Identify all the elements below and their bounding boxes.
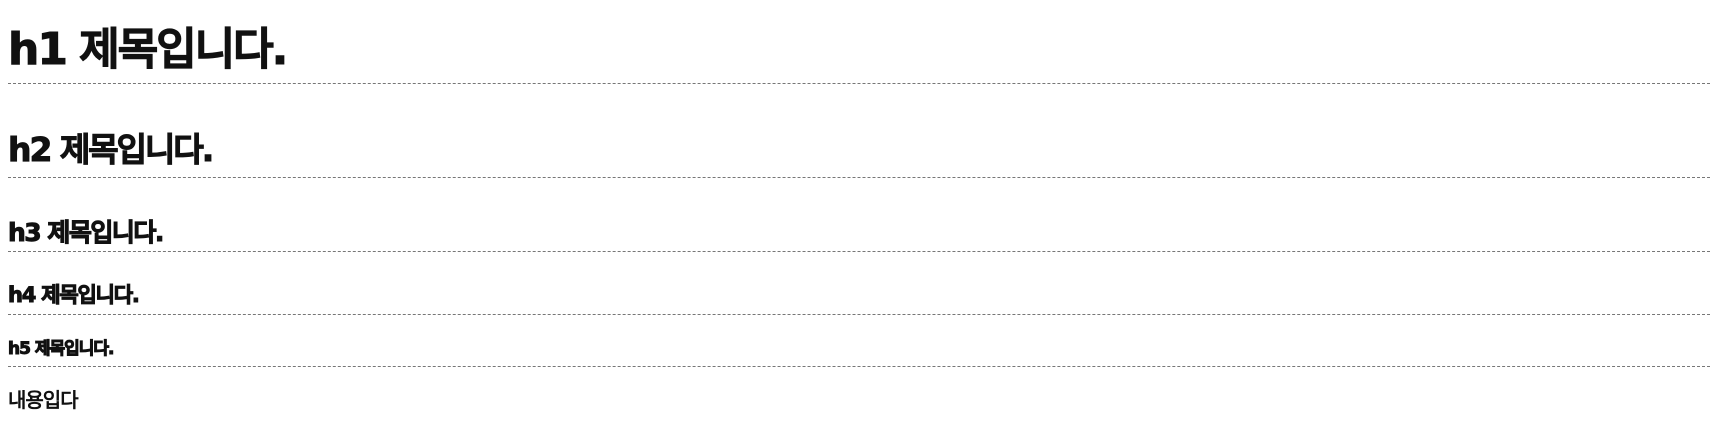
heading-h5: h5 제목입니다.	[8, 339, 116, 359]
divider-h1	[8, 83, 1710, 84]
heading-h1: h1 제목입니다.	[7, 24, 288, 75]
heading-h4: h4 제목입니다.	[8, 283, 141, 307]
heading-h3: h3 제목입니다.	[8, 218, 165, 247]
document-page: h1 제목입니다. h2 제목입니다. h3 제목입니다. h4 제목입니다. …	[0, 0, 1718, 431]
divider-h4	[8, 314, 1710, 315]
body-text: 내용입다	[8, 388, 79, 412]
divider-h2	[8, 177, 1710, 178]
heading-h2: h2 제목입니다.	[7, 130, 214, 169]
divider-h3	[8, 251, 1710, 252]
divider-h5	[8, 366, 1710, 367]
